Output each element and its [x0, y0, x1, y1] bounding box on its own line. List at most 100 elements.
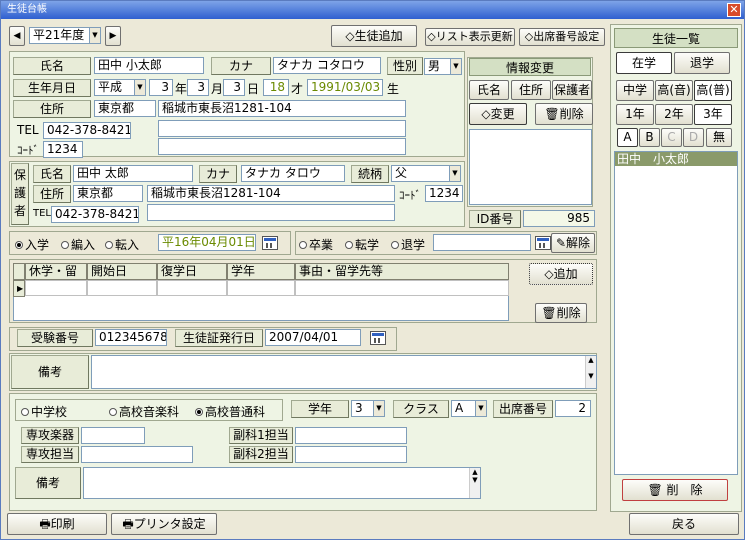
leave-cell[interactable] — [295, 280, 509, 296]
filter-class-none[interactable]: 無 — [706, 128, 732, 147]
leave-cell[interactable] — [87, 280, 157, 296]
course-radio-music[interactable]: 高校音楽科 — [109, 403, 179, 420]
birth-month-field[interactable]: 3 — [187, 79, 209, 96]
issue-date-field[interactable]: 2007/04/01 — [265, 329, 361, 346]
change-button[interactable]: ◇変更 — [469, 103, 527, 125]
enroll-date-field[interactable]: 平16年04月01日 — [158, 234, 256, 251]
major-teacher-label: 専攻担当 — [21, 446, 79, 463]
exam-number-field[interactable]: 0123456789 — [95, 329, 167, 346]
tel-field[interactable]: 042-378-8421 — [43, 122, 131, 139]
chevron-down-icon: ▼ — [89, 28, 100, 43]
leave-header-start: 開始日 — [87, 263, 157, 280]
guardian-kana-field[interactable]: タナカ タロウ — [241, 165, 345, 182]
sex-value: 男 — [428, 59, 441, 73]
guardian-prefecture-field[interactable]: 東京都 — [73, 185, 143, 202]
exit-radio-withdraw[interactable]: 退学 — [391, 236, 425, 253]
refresh-list-button[interactable]: ◇リスト表示更新 — [425, 28, 515, 46]
birth-year-field[interactable]: 3 — [149, 79, 173, 96]
remark1-textarea[interactable]: ▲ ▼ — [91, 355, 597, 389]
filter-grade-2[interactable]: 2年 — [655, 104, 693, 125]
name-field[interactable]: 田中 小太郎 — [94, 57, 204, 74]
guardian-tel-field[interactable]: 042-378-8421 — [51, 206, 139, 223]
leave-cell[interactable] — [227, 280, 295, 296]
year-select[interactable]: 平21年度 ▼ — [29, 27, 101, 44]
prefecture-field[interactable]: 東京都 — [94, 100, 156, 117]
remark1-label: 備考 — [11, 355, 89, 389]
add-student-button[interactable]: ◇生徒追加 — [331, 25, 417, 47]
exit-date-field[interactable] — [433, 234, 531, 251]
filter-class-c[interactable]: C — [661, 128, 682, 147]
minor1-field[interactable] — [295, 427, 407, 444]
sex-select[interactable]: 男 ▼ — [424, 58, 462, 75]
exit-radio-transfer[interactable]: 転学 — [345, 236, 379, 253]
tab-name[interactable]: 氏名 — [469, 80, 509, 100]
id-label: ID番号 — [469, 210, 521, 228]
course-radio-middle[interactable]: 中学校 — [21, 403, 67, 420]
guardian-address-field[interactable]: 稲城市東長沼1281-104 — [147, 185, 395, 202]
filter-high-general[interactable]: 高(普) — [694, 80, 732, 101]
tab-withdrawn[interactable]: 退学 — [674, 52, 730, 74]
course-radio-general[interactable]: 高校普通科 — [195, 403, 265, 420]
address-line3-field[interactable] — [158, 138, 406, 155]
scrollbar[interactable]: ▲ ▼ — [469, 468, 480, 498]
remark2-textarea[interactable]: ▲ ▼ — [83, 467, 481, 499]
change-label: 変更 — [490, 107, 515, 121]
guardian-address-line2-field[interactable] — [147, 204, 395, 221]
filter-middle[interactable]: 中学 — [616, 80, 654, 101]
guardian-code-field[interactable]: 1234 — [425, 185, 463, 202]
relation-value: 父 — [395, 166, 408, 180]
filter-class-a[interactable]: A — [617, 128, 638, 147]
seat-number-field[interactable]: 2 — [555, 400, 591, 417]
calendar-icon[interactable] — [370, 331, 386, 345]
code-field[interactable]: 1234 — [43, 141, 83, 158]
major-instrument-field[interactable] — [81, 427, 145, 444]
filter-class-d[interactable]: D — [683, 128, 704, 147]
issue-date-label: 生徒証発行日 — [175, 329, 263, 347]
info-change-list[interactable] — [469, 129, 592, 205]
tab-address[interactable]: 住所 — [511, 80, 551, 100]
tab-enrolled[interactable]: 在学 — [616, 52, 672, 74]
close-icon[interactable]: ✕ — [727, 3, 741, 17]
info-delete-button[interactable]: 🗑削除 — [535, 103, 593, 125]
scrollbar[interactable]: ▲ ▼ — [585, 356, 596, 388]
release-button[interactable]: ✎解除 — [551, 233, 595, 253]
leave-add-button[interactable]: ◇追加 — [529, 263, 593, 285]
minor2-field[interactable] — [295, 446, 407, 463]
address-field[interactable]: 稲城市東長沼1281-104 — [158, 100, 406, 117]
major-teacher-field[interactable] — [81, 446, 193, 463]
list-delete-label: 削 除 — [666, 483, 703, 497]
class-label: クラス — [393, 400, 449, 418]
era-select[interactable]: 平成 ▼ — [94, 79, 146, 96]
birth-day-field[interactable]: 3 — [223, 79, 245, 96]
student-list[interactable] — [614, 151, 738, 475]
grade-select[interactable]: 3 ▼ — [351, 400, 385, 417]
calendar-icon[interactable] — [535, 236, 551, 250]
leave-cell[interactable] — [25, 280, 87, 296]
filter-class-b[interactable]: B — [639, 128, 660, 147]
guardian-name-field[interactable]: 田中 太郎 — [73, 165, 193, 182]
kana-field[interactable]: タナカ コタロウ — [273, 57, 381, 74]
seat-setting-button[interactable]: ◇出席番号設定 — [519, 28, 605, 46]
printer-setting-button[interactable]: 🖶プリンタ設定 — [111, 513, 217, 535]
calendar-icon[interactable] — [262, 236, 278, 250]
student-list-item-selected[interactable]: 田中 小太郎 — [615, 152, 737, 166]
address-line2-field[interactable] — [158, 120, 406, 137]
class-select[interactable]: A ▼ — [451, 400, 487, 417]
relation-select[interactable]: 父 ▼ — [391, 165, 461, 182]
list-delete-button[interactable]: 🗑 削 除 — [622, 479, 728, 501]
exit-radio-graduate[interactable]: 卒業 — [299, 236, 333, 253]
enroll-radio-transfer-in[interactable]: 編入 — [61, 236, 95, 253]
print-button[interactable]: 🖶印刷 — [7, 513, 107, 535]
leave-cell[interactable] — [157, 280, 227, 296]
tab-guardian[interactable]: 保護者 — [552, 80, 592, 100]
enroll-radio-move-in[interactable]: 転入 — [105, 236, 139, 253]
filter-grade-1[interactable]: 1年 — [616, 104, 654, 125]
filter-grade-3[interactable]: 3年 — [694, 104, 732, 125]
enroll-radio-admission[interactable]: 入学 — [15, 236, 49, 253]
leave-delete-button[interactable]: 🗑削除 — [535, 303, 587, 323]
filter-high-music[interactable]: 高(音) — [655, 80, 693, 101]
year-value: 平21年度 — [33, 28, 85, 42]
prev-year-button[interactable]: ◀ — [9, 26, 25, 46]
next-year-button[interactable]: ▶ — [105, 26, 121, 46]
back-button[interactable]: 戻る — [629, 513, 739, 535]
